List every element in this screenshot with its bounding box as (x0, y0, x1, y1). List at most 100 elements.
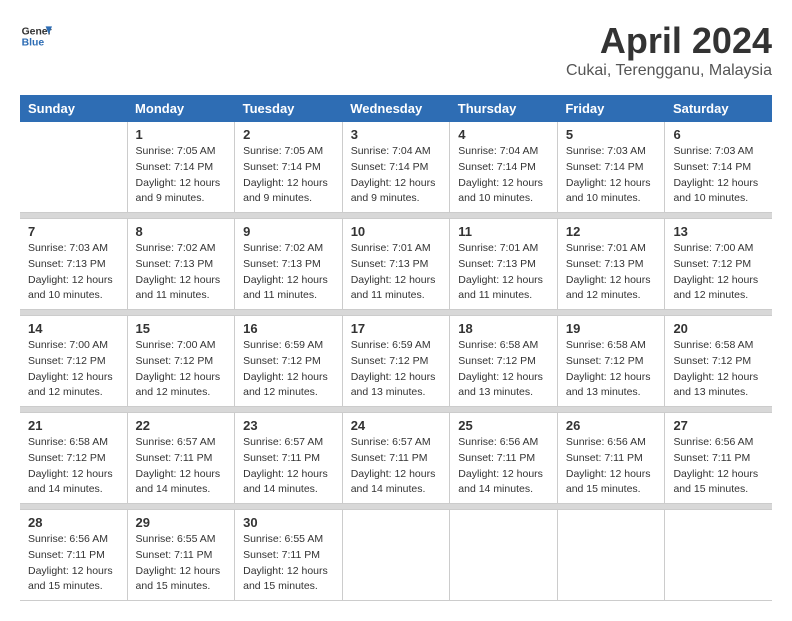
day-info: Sunrise: 7:05 AMSunset: 7:14 PMDaylight:… (136, 144, 227, 207)
day-info: Sunrise: 6:59 AMSunset: 7:12 PMDaylight:… (351, 338, 442, 401)
calendar-header-row: SundayMondayTuesdayWednesdayThursdayFrid… (20, 95, 772, 122)
weekday-header: Sunday (20, 95, 127, 122)
calendar-week-row: 7 Sunrise: 7:03 AMSunset: 7:13 PMDaylight… (20, 219, 772, 310)
location: Cukai, Terengganu, Malaysia (566, 62, 772, 80)
weekday-header: Tuesday (235, 95, 343, 122)
calendar-day-cell: 5 Sunrise: 7:03 AMSunset: 7:14 PMDaylight… (557, 122, 665, 213)
calendar-day-cell: 24Sunrise: 6:57 AMSunset: 7:11 PMDayligh… (342, 413, 450, 504)
calendar-day-cell: 26 Sunrise: 6:56 AMSunset: 7:11 PMDayligh… (557, 413, 665, 504)
day-info: Sunrise: 6:57 AMSunset: 7:11 PMDaylight:… (351, 435, 442, 498)
day-info: Sunrise: 7:03 AMSunset: 7:13 PMDaylight:… (28, 241, 119, 304)
day-info: Sunrise: 6:59 AMSunset: 7:12 PMDaylight:… (243, 338, 334, 401)
day-number: 5 (566, 127, 657, 142)
calendar-day-cell: 16 Sunrise: 6:59 AMSunset: 7:12 PMDayligh… (235, 316, 343, 407)
calendar-day-cell: 4 Sunrise: 7:04 AMSunset: 7:14 PMDaylight… (450, 122, 558, 213)
svg-text:Blue: Blue (22, 38, 45, 49)
calendar-day-cell: 20 Sunrise: 6:58 AMSunset: 7:12 PMDayligh… (665, 316, 772, 407)
day-number: 26 (566, 418, 657, 433)
calendar-day-cell (20, 122, 127, 213)
day-info: Sunrise: 7:00 AMSunset: 7:12 PMDaylight:… (28, 338, 119, 401)
day-info: Sunrise: 7:04 AMSunset: 7:14 PMDaylight:… (351, 144, 442, 207)
calendar-day-cell: 7 Sunrise: 7:03 AMSunset: 7:13 PMDaylight… (20, 219, 127, 310)
day-number: 21 (28, 418, 119, 433)
day-info: Sunrise: 6:57 AMSunset: 7:11 PMDaylight:… (243, 435, 334, 498)
title-block: April 2024 Cukai, Terengganu, Malaysia (566, 20, 772, 80)
calendar-day-cell: 3 Sunrise: 7:04 AMSunset: 7:14 PMDaylight… (342, 122, 450, 213)
day-info: Sunrise: 6:55 AMSunset: 7:11 PMDaylight:… (243, 532, 334, 595)
weekday-header: Thursday (450, 95, 558, 122)
day-info: Sunrise: 6:55 AMSunset: 7:11 PMDaylight:… (136, 532, 227, 595)
calendar-day-cell: 12Sunrise: 7:01 AMSunset: 7:13 PMDayligh… (557, 219, 665, 310)
calendar-day-cell: 17 Sunrise: 6:59 AMSunset: 7:12 PMDayligh… (342, 316, 450, 407)
day-number: 11 (458, 224, 549, 239)
day-number: 17 (351, 321, 442, 336)
day-number: 22 (136, 418, 227, 433)
day-number: 9 (243, 224, 334, 239)
day-number: 8 (136, 224, 227, 239)
day-info: Sunrise: 6:56 AMSunset: 7:11 PMDaylight:… (28, 532, 119, 595)
day-number: 7 (28, 224, 119, 239)
calendar-day-cell: 18Sunrise: 6:58 AMSunset: 7:12 PMDayligh… (450, 316, 558, 407)
calendar-day-cell (450, 510, 558, 601)
day-number: 4 (458, 127, 549, 142)
calendar-day-cell: 22 Sunrise: 6:57 AMSunset: 7:11 PMDayligh… (127, 413, 235, 504)
day-number: 13 (673, 224, 764, 239)
day-number: 28 (28, 515, 119, 530)
day-number: 27 (673, 418, 764, 433)
day-info: Sunrise: 6:56 AMSunset: 7:11 PMDaylight:… (673, 435, 764, 498)
calendar-day-cell: 6Sunrise: 7:03 AMSunset: 7:14 PMDaylight… (665, 122, 772, 213)
calendar-day-cell: 19 Sunrise: 6:58 AMSunset: 7:12 PMDayligh… (557, 316, 665, 407)
day-number: 29 (136, 515, 227, 530)
day-number: 10 (351, 224, 442, 239)
calendar-day-cell: 27 Sunrise: 6:56 AMSunset: 7:11 PMDayligh… (665, 413, 772, 504)
calendar-day-cell: 23 Sunrise: 6:57 AMSunset: 7:11 PMDayligh… (235, 413, 343, 504)
day-number: 19 (566, 321, 657, 336)
calendar-week-row: 1 Sunrise: 7:05 AMSunset: 7:14 PMDaylight… (20, 122, 772, 213)
day-number: 6 (673, 127, 764, 142)
calendar-week-row: 14 Sunrise: 7:00 AMSunset: 7:12 PMDayligh… (20, 316, 772, 407)
calendar-table: SundayMondayTuesdayWednesdayThursdayFrid… (20, 95, 772, 601)
day-info: Sunrise: 7:03 AMSunset: 7:14 PMDaylight:… (566, 144, 657, 207)
day-info: Sunrise: 7:00 AMSunset: 7:12 PMDaylight:… (673, 241, 764, 304)
day-number: 16 (243, 321, 334, 336)
calendar-day-cell: 21Sunrise: 6:58 AMSunset: 7:12 PMDayligh… (20, 413, 127, 504)
day-info: Sunrise: 6:58 AMSunset: 7:12 PMDaylight:… (566, 338, 657, 401)
day-number: 3 (351, 127, 442, 142)
calendar-day-cell: 1 Sunrise: 7:05 AMSunset: 7:14 PMDaylight… (127, 122, 235, 213)
calendar-day-cell: 8 Sunrise: 7:02 AMSunset: 7:13 PMDaylight… (127, 219, 235, 310)
logo-icon: General Blue (20, 20, 52, 52)
day-number: 1 (136, 127, 227, 142)
day-info: Sunrise: 6:57 AMSunset: 7:11 PMDaylight:… (136, 435, 227, 498)
day-number: 23 (243, 418, 334, 433)
weekday-header: Friday (557, 95, 665, 122)
day-info: Sunrise: 6:58 AMSunset: 7:12 PMDaylight:… (673, 338, 764, 401)
page-header: General Blue April 2024 Cukai, Terenggan… (20, 20, 772, 80)
calendar-day-cell: 15 Sunrise: 7:00 AMSunset: 7:12 PMDayligh… (127, 316, 235, 407)
day-number: 18 (458, 321, 549, 336)
logo: General Blue (20, 20, 58, 52)
day-info: Sunrise: 7:04 AMSunset: 7:14 PMDaylight:… (458, 144, 549, 207)
day-number: 12 (566, 224, 657, 239)
calendar-day-cell: 13 Sunrise: 7:00 AMSunset: 7:12 PMDayligh… (665, 219, 772, 310)
calendar-day-cell: 28 Sunrise: 6:56 AMSunset: 7:11 PMDayligh… (20, 510, 127, 601)
day-info: Sunrise: 6:56 AMSunset: 7:11 PMDaylight:… (566, 435, 657, 498)
weekday-header: Saturday (665, 95, 772, 122)
calendar-day-cell: 29 Sunrise: 6:55 AMSunset: 7:11 PMDayligh… (127, 510, 235, 601)
day-info: Sunrise: 7:01 AMSunset: 7:13 PMDaylight:… (458, 241, 549, 304)
calendar-day-cell (557, 510, 665, 601)
calendar-day-cell: 2Sunrise: 7:05 AMSunset: 7:14 PMDaylight… (235, 122, 343, 213)
calendar-day-cell (665, 510, 772, 601)
calendar-day-cell: 9 Sunrise: 7:02 AMSunset: 7:13 PMDaylight… (235, 219, 343, 310)
day-info: Sunrise: 7:02 AMSunset: 7:13 PMDaylight:… (136, 241, 227, 304)
calendar-day-cell: 14 Sunrise: 7:00 AMSunset: 7:12 PMDayligh… (20, 316, 127, 407)
day-number: 14 (28, 321, 119, 336)
day-number: 20 (673, 321, 764, 336)
calendar-day-cell: 25Sunrise: 6:56 AMSunset: 7:11 PMDayligh… (450, 413, 558, 504)
calendar-day-cell: 10Sunrise: 7:01 AMSunset: 7:13 PMDayligh… (342, 219, 450, 310)
weekday-header: Wednesday (342, 95, 450, 122)
day-number: 15 (136, 321, 227, 336)
day-number: 25 (458, 418, 549, 433)
calendar-day-cell (342, 510, 450, 601)
day-info: Sunrise: 7:00 AMSunset: 7:12 PMDaylight:… (136, 338, 227, 401)
day-info: Sunrise: 7:02 AMSunset: 7:13 PMDaylight:… (243, 241, 334, 304)
